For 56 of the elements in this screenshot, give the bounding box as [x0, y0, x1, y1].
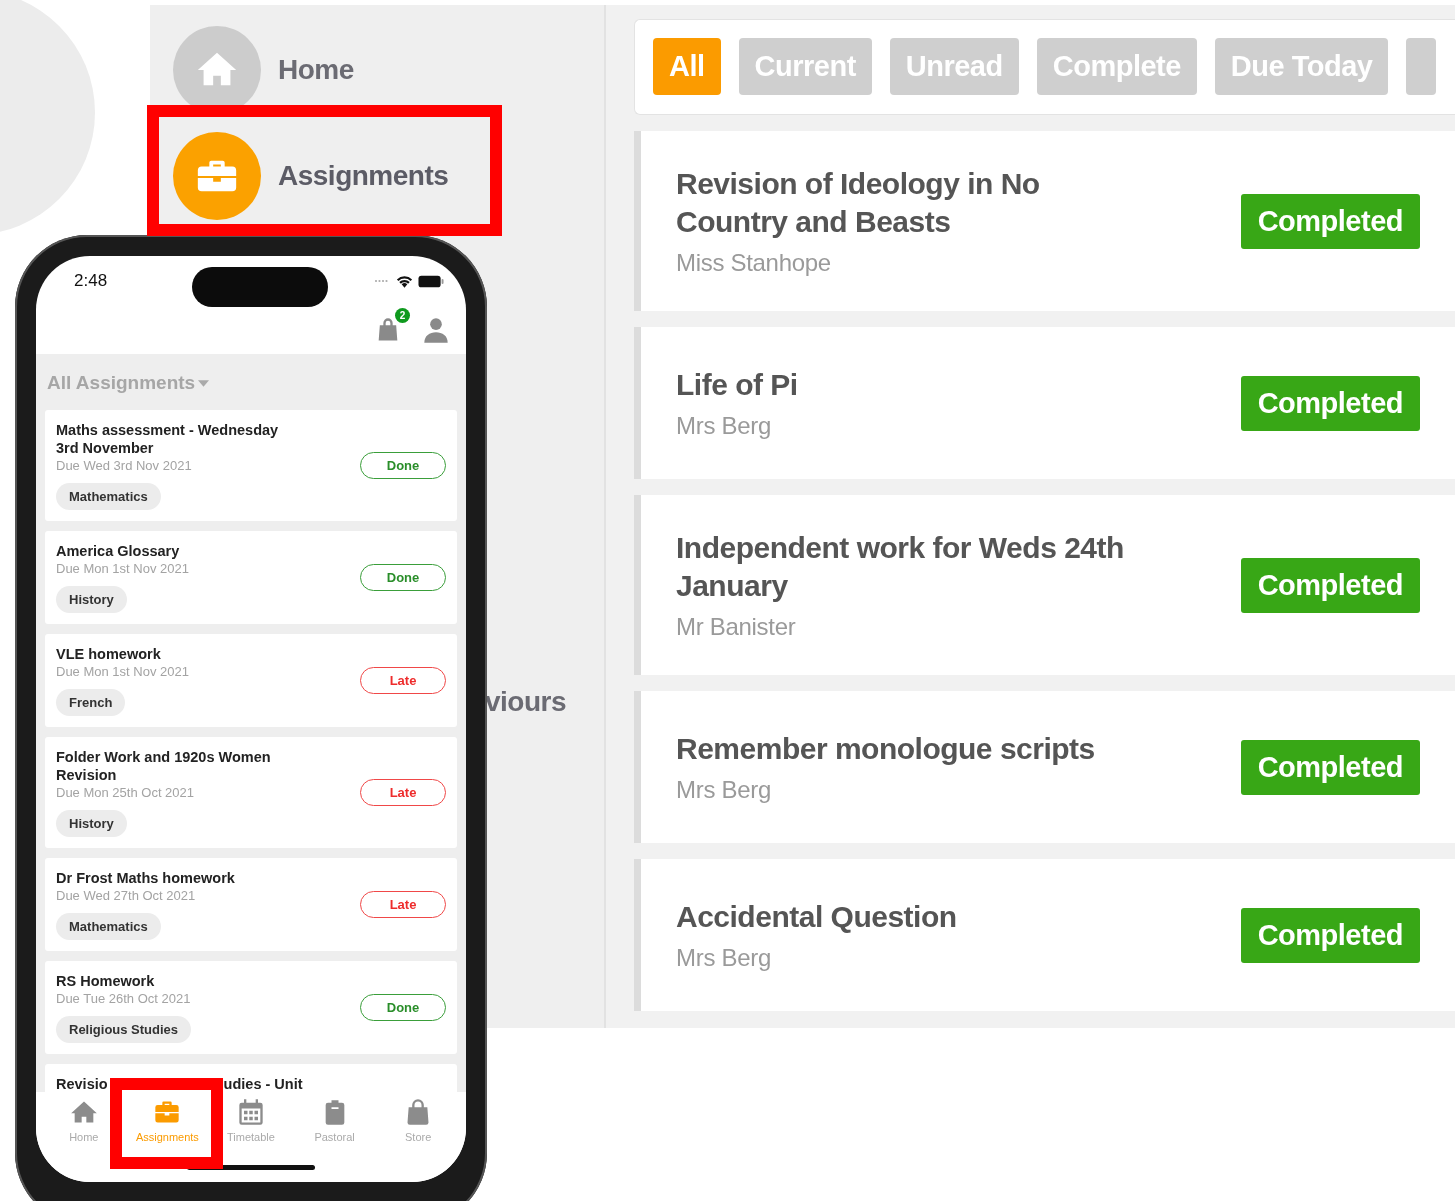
- due-date: Due Mon 25th Oct 2021: [56, 784, 196, 802]
- assignment-title: Revisio: [56, 1075, 108, 1092]
- caret-icon[interactable]: [198, 379, 210, 387]
- teacher-name: Mr Banister: [676, 613, 797, 641]
- assignment-card[interactable]: Folder Work and 1920s Women Revision Due Mon 25th Oct 2021 History Late: [45, 737, 457, 848]
- calendar-icon: [237, 1098, 265, 1126]
- wifi-icon: [395, 273, 414, 289]
- due-date: Due Wed 27th Oct 2021: [56, 887, 197, 905]
- assignment-title: VLE homework: [56, 645, 162, 663]
- assignment-title: Remember monologue scripts: [676, 731, 1095, 767]
- assignment-title: udies - Unit: [223, 1075, 303, 1092]
- due-date: Due Tue 26th Oct 2021: [56, 990, 192, 1008]
- teacher-name: Miss Stanhope: [676, 249, 832, 277]
- assignment-card[interactable]: Remember monologue scripts Mrs Berg Completed: [634, 691, 1455, 843]
- assignment-title: Maths assessment - Wednesday 3rd November: [56, 421, 280, 457]
- subject-tag: Religious Studies: [56, 1016, 192, 1043]
- subject-tag: Mathematics: [56, 913, 161, 940]
- assignment-card[interactable]: Dr Frost Maths homework Due Wed 27th Oct 2021 Mathematics Late: [45, 858, 457, 951]
- nav-label[interactable]: Home: [278, 54, 354, 86]
- assignment-card[interactable]: VLE homework Due Mon 1st Nov 2021 French Late: [45, 634, 457, 727]
- user-icon[interactable]: [422, 316, 450, 344]
- assignment-title: Dr Frost Maths homework: [56, 869, 235, 887]
- nav-label[interactable]: viours: [485, 686, 567, 718]
- assignment-title: Folder Work and 1920s Women Revision: [56, 748, 272, 784]
- subject-tag: French: [56, 689, 126, 716]
- subject-tag: History: [56, 810, 127, 837]
- assignment-title: America Glossary: [56, 542, 181, 560]
- teacher-name: Mrs Berg: [676, 412, 772, 440]
- assignment-card[interactable]: Maths assessment - Wednesday 3rd November Due Wed 3rd Nov 2021 Mathematics Done: [45, 410, 457, 521]
- assignment-title: Revision of Ideology in No Country and Beasts: [676, 166, 1041, 240]
- assignment-title: Independent work for Weds 24th January: [676, 530, 1125, 604]
- status-badge: Completed: [1240, 375, 1420, 431]
- subject-tag: Mathematics: [56, 483, 161, 510]
- battery-icon: [418, 274, 444, 288]
- assignment-card[interactable]: Independent work for Weds 24th January Mr Banister Completed: [634, 495, 1455, 675]
- due-date: Due Wed 3rd Nov 2021: [56, 457, 193, 475]
- assignment-card[interactable]: Accidental Question Mrs Berg Completed: [634, 859, 1455, 1011]
- subject-tag: History: [56, 586, 127, 613]
- nav-label[interactable]: Assignments: [278, 160, 449, 192]
- status-badge: Completed: [1240, 907, 1420, 963]
- status-badge: Completed: [1240, 739, 1420, 795]
- assignment-card[interactable]: RS Homework Due Tue 26th Oct 2021 Religious Studies Done: [45, 961, 457, 1054]
- status-badge: Completed: [1240, 193, 1420, 249]
- assignment-title: RS Homework: [56, 972, 156, 990]
- teacher-name: Mrs Berg: [676, 776, 772, 804]
- notification-badge: 2: [395, 308, 410, 323]
- assignment-title: Accidental Question: [676, 899, 957, 935]
- assignment-card[interactable]: Revision of Ideology in No Country and Beasts Miss Stanhope Completed: [634, 131, 1455, 311]
- assignment-card[interactable]: Life of Pi Mrs Berg Completed: [634, 327, 1455, 479]
- assignment-card[interactable]: America Glossary Due Mon 1st Nov 2021 History Done: [45, 531, 457, 624]
- due-date: Due Mon 1st Nov 2021: [56, 663, 189, 681]
- status-time: 2:48: [74, 271, 108, 291]
- assignment-title: Life of Pi: [676, 367, 798, 403]
- due-date: Due Mon 1st Nov 2021: [56, 560, 189, 578]
- status-badge: Completed: [1240, 557, 1420, 613]
- teacher-name: Mrs Berg: [676, 944, 772, 972]
